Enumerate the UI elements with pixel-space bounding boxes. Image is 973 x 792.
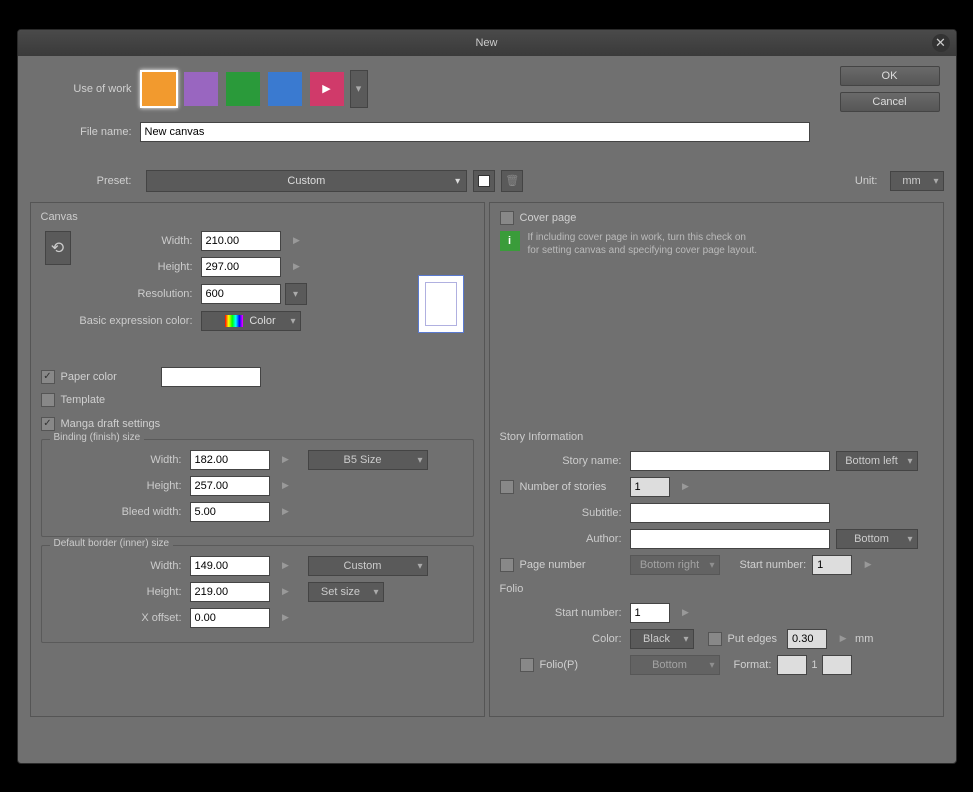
folio-start-stepper[interactable]: ▶: [680, 603, 692, 623]
rainbow-icon: [225, 315, 243, 327]
cover-page-checkbox[interactable]: [500, 211, 514, 225]
start-number-stepper[interactable]: ▶: [862, 555, 874, 575]
num-stories-input[interactable]: [630, 477, 670, 497]
manga-draft-label: Manga draft settings: [61, 418, 161, 430]
info-icon: i: [500, 231, 520, 251]
canvas-width-input[interactable]: [201, 231, 281, 251]
expression-color-label: Basic expression color:: [41, 315, 201, 327]
dialog-buttons: OK Cancel: [840, 66, 940, 112]
paper-color-checkbox[interactable]: [41, 370, 55, 384]
edges-input[interactable]: [787, 629, 827, 649]
set-size-dropdown[interactable]: Set size: [308, 582, 384, 602]
author-input[interactable]: [630, 529, 830, 549]
bleed-width-input[interactable]: [190, 502, 270, 522]
file-name-input[interactable]: [140, 122, 810, 142]
preset-dropdown[interactable]: Custom: [146, 170, 468, 192]
chevron-down-icon: [455, 175, 460, 187]
template-label: Template: [61, 394, 106, 406]
start-number-label: Start number:: [740, 559, 807, 571]
inner-fieldset: Default border (inner) size Width: ▶ Cus…: [41, 545, 474, 643]
file-name-label: File name:: [30, 126, 140, 138]
canvas-width-stepper[interactable]: ▶: [291, 231, 303, 251]
page-number-pos-dropdown[interactable]: Bottom right: [630, 555, 720, 575]
folio-start-input[interactable]: [630, 603, 670, 623]
binding-width-stepper[interactable]: ▶: [280, 450, 292, 470]
inner-width-stepper[interactable]: ▶: [280, 556, 292, 576]
cover-page-label: Cover page: [520, 212, 577, 224]
use-of-work-icons: ▶ ▾: [140, 70, 368, 108]
bleed-width-stepper[interactable]: ▶: [280, 502, 292, 522]
binding-height-stepper[interactable]: ▶: [280, 476, 292, 496]
edges-stepper[interactable]: ▶: [837, 629, 849, 649]
inner-height-stepper[interactable]: ▶: [280, 582, 292, 602]
format-label: Format:: [734, 659, 772, 671]
unit-dropdown[interactable]: mm: [890, 171, 944, 191]
right-panel: Cover page i If including cover page in …: [489, 202, 944, 717]
use-icon-printing[interactable]: [266, 70, 304, 108]
canvas-height-stepper[interactable]: ▶: [291, 257, 303, 277]
subtitle-input[interactable]: [630, 503, 830, 523]
num-stories-label: Number of stories: [520, 481, 630, 493]
canvas-title: Canvas: [41, 211, 474, 223]
binding-width-input[interactable]: [190, 450, 270, 470]
binding-height-input[interactable]: [190, 476, 270, 496]
folio-p-label: Folio(P): [540, 659, 630, 671]
cover-page-hint: If including cover page in work, turn th…: [528, 231, 758, 257]
inner-width-input[interactable]: [190, 556, 270, 576]
format-prefix-input[interactable]: [777, 655, 807, 675]
folio-color-dropdown[interactable]: Black: [630, 629, 694, 649]
binding-size-dropdown[interactable]: B5 Size: [308, 450, 428, 470]
manga-draft-checkbox[interactable]: [41, 417, 55, 431]
put-edges-label: Put edges: [728, 633, 778, 645]
num-stories-stepper[interactable]: ▶: [680, 477, 692, 497]
binding-title: Binding (finish) size: [50, 432, 145, 443]
expression-color-dropdown[interactable]: Color: [201, 311, 301, 331]
folio-p-checkbox[interactable]: [520, 658, 534, 672]
ok-button[interactable]: OK: [840, 66, 940, 86]
left-panel: Canvas ⟲ Width: ▶ Height: ▶ Resolution: …: [30, 202, 485, 717]
preset-delete-button[interactable]: 🗑: [501, 170, 523, 192]
binding-fieldset: Binding (finish) size Width: ▶ B5 Size H…: [41, 439, 474, 537]
folio-title: Folio: [500, 583, 933, 595]
author-pos-dropdown[interactable]: Bottom: [836, 529, 918, 549]
num-stories-checkbox[interactable]: [500, 480, 514, 494]
content: Use of work ▶ ▾ File name: Preset: Custo…: [18, 56, 956, 727]
close-button[interactable]: ✕: [932, 34, 950, 52]
story-name-input[interactable]: [630, 451, 830, 471]
dialog-title: New: [475, 37, 497, 49]
use-icon-illustration[interactable]: [140, 70, 178, 108]
inner-xoffset-stepper[interactable]: ▶: [280, 608, 292, 628]
new-dialog: New ✕ OK Cancel Use of work ▶ ▾ File nam…: [17, 29, 957, 764]
page-number-label: Page number: [520, 559, 630, 571]
paper-color-swatch[interactable]: [161, 367, 261, 387]
canvas-resolution-label: Resolution:: [41, 288, 201, 300]
put-edges-checkbox[interactable]: [708, 632, 722, 646]
use-icon-animation[interactable]: ▶: [308, 70, 346, 108]
story-info-title: Story Information: [500, 431, 933, 443]
folio-pos-dropdown[interactable]: Bottom: [630, 655, 720, 675]
story-name-pos-dropdown[interactable]: Bottom left: [836, 451, 918, 471]
preset-label: Preset:: [30, 175, 140, 187]
canvas-height-input[interactable]: [201, 257, 281, 277]
unit-label: Unit:: [855, 175, 878, 187]
inner-xoffset-input[interactable]: [190, 608, 270, 628]
use-of-work-label: Use of work: [30, 83, 140, 95]
paper-color-label: Paper color: [61, 371, 161, 383]
cancel-button[interactable]: Cancel: [840, 92, 940, 112]
canvas-resolution-dropdown[interactable]: [285, 283, 307, 305]
template-checkbox[interactable]: [41, 393, 55, 407]
format-suffix-input[interactable]: [822, 655, 852, 675]
start-number-input[interactable]: [812, 555, 852, 575]
rotate-canvas-button[interactable]: ⟲: [45, 231, 71, 265]
canvas-resolution-input[interactable]: [201, 284, 281, 304]
inner-title: Default border (inner) size: [50, 538, 174, 549]
use-icon-comic[interactable]: [182, 70, 220, 108]
use-icon-dropdown[interactable]: ▾: [350, 70, 368, 108]
preset-save-button[interactable]: [473, 170, 495, 192]
titlebar: New ✕: [18, 30, 956, 56]
inner-height-input[interactable]: [190, 582, 270, 602]
page-number-checkbox[interactable]: [500, 558, 514, 572]
inner-preset-dropdown[interactable]: Custom: [308, 556, 428, 576]
use-icon-book[interactable]: [224, 70, 262, 108]
